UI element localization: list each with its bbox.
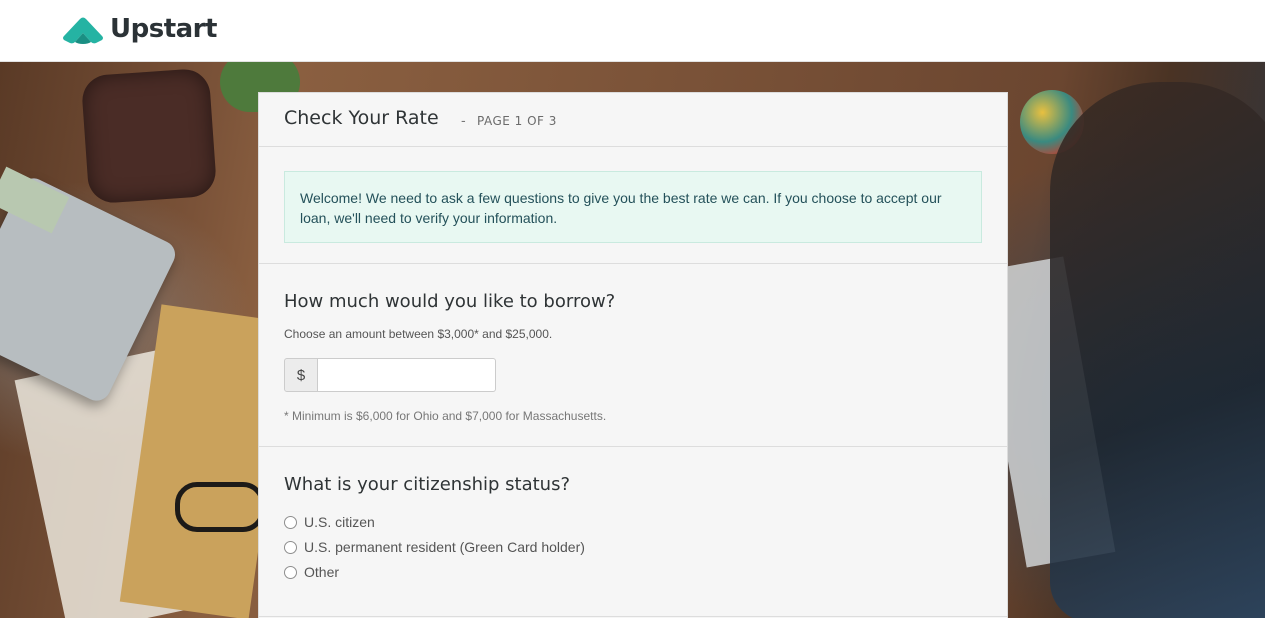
section-divider	[259, 446, 1007, 447]
borrow-amount-hint: Choose an amount between $3,000* and $25…	[284, 327, 553, 341]
citizenship-question: What is your citizenship status?	[284, 474, 570, 495]
welcome-alert: Welcome! We need to ask a few questions …	[284, 171, 982, 243]
borrow-amount-input[interactable]	[318, 358, 496, 392]
radio-option-other[interactable]: Other	[284, 564, 339, 580]
top-bar: Upstart	[0, 0, 1265, 62]
radio-label[interactable]: U.S. citizen	[304, 514, 375, 530]
title-separator: -	[461, 112, 466, 128]
minimum-footnote: * Minimum is $6,000 for Ohio and $7,000 …	[284, 409, 607, 423]
page-indicator: PAGE 1 OF 3	[477, 114, 557, 128]
page-title: Check Your Rate	[284, 107, 439, 129]
radio-button[interactable]	[284, 565, 297, 579]
section-divider	[259, 263, 1007, 264]
radio-button[interactable]	[284, 515, 297, 529]
radio-label[interactable]: U.S. permanent resident (Green Card hold…	[304, 539, 585, 555]
person-decoration	[1050, 82, 1265, 618]
radio-option-us-citizen[interactable]: U.S. citizen	[284, 514, 375, 530]
brand-name: Upstart	[110, 14, 217, 44]
section-divider	[259, 616, 1007, 617]
check-rate-form: Check Your Rate - PAGE 1 OF 3 Welcome! W…	[258, 92, 1008, 618]
radio-button[interactable]	[284, 540, 297, 554]
currency-addon: $	[284, 358, 318, 392]
radio-label[interactable]: Other	[304, 564, 339, 580]
glasses-decoration	[175, 482, 265, 532]
leather-pouch-decoration	[80, 67, 218, 205]
upstart-logo[interactable]: Upstart	[62, 13, 217, 45]
borrow-amount-group: $	[284, 358, 496, 392]
borrow-amount-question: How much would you like to borrow?	[284, 291, 616, 312]
upstart-logo-icon	[63, 17, 103, 44]
form-header: Check Your Rate - PAGE 1 OF 3	[259, 93, 1007, 147]
radio-option-permanent-resident[interactable]: U.S. permanent resident (Green Card hold…	[284, 539, 585, 555]
